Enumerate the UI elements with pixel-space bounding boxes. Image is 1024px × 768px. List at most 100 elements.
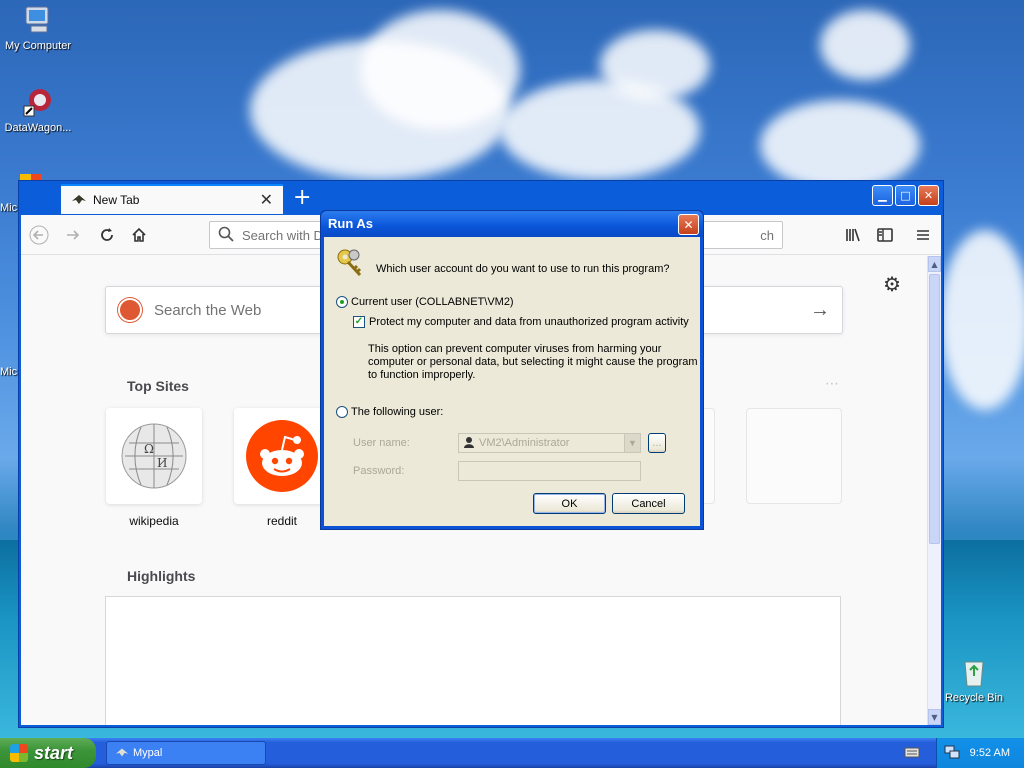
desktop-icon-label: Mic [0,366,18,378]
windows-logo-icon [10,744,28,762]
reload-button[interactable] [95,223,119,247]
search-submit-arrow-icon[interactable]: → [810,299,830,322]
dialog-body: Which user account do you want to use to… [324,237,700,526]
top-site-tile-wikipedia[interactable]: Ω И [106,408,202,504]
top-sites-heading: Top Sites [127,378,189,394]
cloud [360,10,520,130]
scroll-thumb[interactable] [929,274,940,544]
search-icon [218,226,234,245]
cancel-button[interactable]: Cancel [612,493,685,514]
current-user-radio[interactable] [336,296,348,308]
url-bar-placeholder-tail: ch [760,227,774,243]
svg-text:И: И [157,456,167,470]
window-controls: ▁ □ ✕ [872,185,939,206]
menu-button[interactable] [911,223,935,247]
library-icon [846,228,860,242]
dialog-title: Run As [321,211,703,237]
reddit-alien-icon [246,420,318,492]
close-window-button[interactable]: ✕ [918,185,939,206]
run-as-dialog: Run As ✕ Which user account do you want … [320,210,704,530]
favicon-icon [71,191,87,210]
start-label: start [34,742,74,763]
browse-user-button[interactable]: ... [648,433,666,453]
maximize-button[interactable]: □ [895,185,916,206]
scroll-up-arrow-icon[interactable]: ▲ [928,256,941,272]
top-site-label: wikipedia [129,514,179,528]
back-arrow-icon [29,225,49,245]
computer-icon [22,4,54,36]
tab-title: New Tab [93,193,140,207]
current-user-label: Current user (COLLABNET\VM2) [351,296,514,308]
protect-label: Protect my computer and data from unauth… [369,316,689,328]
desktop-icon-label: Recycle Bin [944,692,1004,704]
top-sites-more-icon[interactable]: ⋯ [825,376,839,392]
url-bar-placeholder: Search with D [242,227,323,243]
settings-gear-icon[interactable]: ⚙ [883,272,901,296]
protect-description: This option can prevent computer viruses… [368,343,698,381]
network-icon[interactable] [944,744,960,763]
back-button[interactable] [27,223,51,247]
datawagon-desktop-icon[interactable]: DataWagon... [0,86,76,134]
chevron-down-icon[interactable]: ▼ [624,434,640,452]
cloud [600,30,710,100]
keys-icon [334,247,366,282]
following-user-option[interactable]: The following user: [336,406,443,418]
cloud [820,10,910,80]
desktop-icon-label: Mic [0,202,18,214]
hamburger-menu-icon [917,230,929,240]
sidebar-icon [877,228,893,242]
protect-option[interactable]: ✓ Protect my computer and data from unau… [353,316,689,328]
recycle-bin-desktop-icon[interactable]: Recycle Bin [936,656,1012,704]
keyboard-icon[interactable] [904,745,920,762]
taskbar: start Mypal 9:52 AM [0,738,1024,768]
tab-new-tab[interactable]: New Tab ✕ [61,184,283,214]
wikipedia-globe-icon: Ω И [121,423,187,489]
svg-text:Ω: Ω [144,442,154,456]
forward-arrow-icon [67,230,80,240]
reload-icon [101,228,113,241]
web-search-placeholder: Search the Web [154,301,262,319]
top-site-tile-reddit[interactable] [234,408,330,504]
user-avatar-icon [463,436,475,451]
following-user-label: The following user: [351,406,444,418]
sidebar-button[interactable] [873,223,897,247]
new-tab-button[interactable]: + [293,185,311,211]
home-icon [132,227,146,242]
taskbar-item-mypal[interactable]: Mypal [106,741,266,765]
mypal-icon [115,745,129,762]
datawagon-icon [22,86,54,118]
top-site-label: reddit [266,514,298,528]
dialog-close-button[interactable]: ✕ [678,214,699,235]
vertical-scrollbar[interactable]: ▲ ▼ [927,256,941,725]
user-name-combobox[interactable]: VM2\Administrator ▼ [458,433,641,453]
my-computer-desktop-icon[interactable]: My Computer [0,4,76,52]
tab-close-button[interactable]: ✕ [260,190,273,210]
highlights-panel [105,596,841,725]
system-tray: 9:52 AM [936,738,1024,768]
desktop-icon-label: My Computer [4,40,72,52]
dialog-question: Which user account do you want to use to… [376,263,670,275]
user-name-label: User name: [353,437,410,449]
user-name-value: VM2\Administrator [479,437,570,449]
cloud [760,100,920,190]
minimize-button[interactable]: ▁ [872,185,893,206]
password-label: Password: [353,465,405,477]
current-user-option[interactable]: Current user (COLLABNET\VM2) [336,296,514,308]
ok-button[interactable]: OK [533,493,606,514]
recycle-bin-icon [958,656,990,688]
library-button[interactable] [841,223,865,247]
following-user-radio[interactable] [336,406,348,418]
protect-checkbox[interactable]: ✓ [353,316,365,328]
start-button[interactable]: start [0,738,96,768]
clock[interactable]: 9:52 AM [970,747,1010,759]
scroll-down-arrow-icon[interactable]: ▼ [928,709,941,725]
cloud [940,230,1024,410]
desktop-icon-label: DataWagon... [4,122,72,134]
duckduckgo-icon [118,298,142,322]
taskbar-item-label: Mypal [133,747,163,759]
top-site-tile-empty[interactable] [746,408,842,504]
home-button[interactable] [127,223,151,247]
forward-button[interactable] [61,223,85,247]
password-field[interactable] [458,461,641,481]
highlights-heading: Highlights [127,568,196,584]
